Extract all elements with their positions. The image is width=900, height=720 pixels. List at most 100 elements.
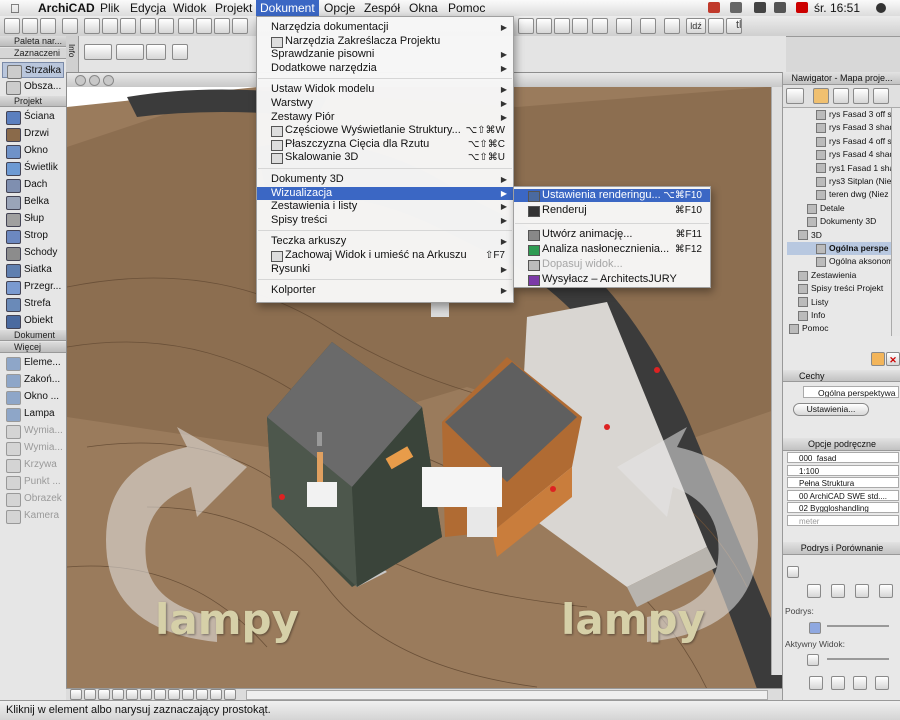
pen-icon[interactable] xyxy=(196,18,212,34)
layout-3-icon[interactable] xyxy=(640,18,656,34)
redo-icon[interactable] xyxy=(158,18,174,34)
view-icon[interactable] xyxy=(708,18,724,34)
view-map-icon[interactable] xyxy=(833,88,849,104)
navigator-row-rys-fasad-3-off-s[interactable]: rys Fasad 3 off s xyxy=(787,108,895,121)
palette-tool-obiekt[interactable]: Obiekt xyxy=(2,313,64,329)
camera-icon[interactable] xyxy=(182,689,194,700)
palette-tool-slup[interactable]: Słup xyxy=(2,211,64,227)
palette-more-header[interactable]: Więcej xyxy=(0,342,66,353)
palette-project-header[interactable]: Projekt xyxy=(0,96,66,107)
mirror-icon[interactable] xyxy=(518,18,534,34)
menu-widok[interactable]: Widok xyxy=(169,0,210,16)
navigator-row-detale[interactable]: Detale xyxy=(787,202,895,215)
palette-tool-eleme-0[interactable]: Eleme... xyxy=(2,355,64,371)
navigator-row-ogolna-perspe[interactable]: Ogólna perspe xyxy=(787,242,895,255)
menu-item-dokumenty-3d[interactable]: Dokumenty 3D ▶ xyxy=(257,173,513,186)
palette-tool-dach[interactable]: Dach xyxy=(2,177,64,193)
palette-document-header[interactable]: Dokument xyxy=(0,330,66,341)
menu-item-teczka-arkuszy[interactable]: Teczka arkuszy ▶ xyxy=(257,235,513,248)
navigator-row-info[interactable]: Info xyxy=(787,309,895,322)
palette-tool-strefa[interactable]: Strefa xyxy=(2,296,64,312)
delete-icon[interactable]: ✕ xyxy=(886,352,900,366)
menu-item-narzedzia-zakreslacza-projektu[interactable]: Narzędzia Zakreślacza Projektu xyxy=(257,35,513,48)
orbit-icon[interactable] xyxy=(126,689,138,700)
podrys-icon-5[interactable] xyxy=(879,584,893,598)
podrys-bottom-icon-2[interactable] xyxy=(831,676,845,690)
menu-plik[interactable]: Plik xyxy=(96,0,123,16)
menu-projekt[interactable]: Projekt xyxy=(211,0,256,16)
palette-tool-obsza[interactable]: Obsza... xyxy=(2,79,64,95)
palette-tool-belka[interactable]: Belka xyxy=(2,194,64,210)
palette-tool-wymia-4[interactable]: Wymia... xyxy=(2,423,64,439)
palette-tool-okno[interactable]: Okno xyxy=(2,143,64,159)
undo-icon[interactable] xyxy=(140,18,156,34)
zoom-out-icon[interactable] xyxy=(84,689,96,700)
navigator-row-pomoc[interactable]: Pomoc xyxy=(787,322,895,335)
navigator-row-spisy-tresci-projekt[interactable]: Spisy treści Projekt xyxy=(787,282,895,295)
palette-tool-swietlik[interactable]: Świetlik xyxy=(2,160,64,176)
menu-item-sprawdzanie-pisowni[interactable]: Sprawdzanie pisowni ▶ xyxy=(257,48,513,61)
navigator-tree[interactable]: rys Fasad 3 off s rys Fasad 3 shad rys Fas… xyxy=(787,108,895,336)
layout-2-icon[interactable] xyxy=(616,18,632,34)
submenu-item-renderuj[interactable]: Renderuj ⌘F10 xyxy=(514,204,710,217)
selection-method-icon[interactable] xyxy=(116,44,144,60)
active-view-icon[interactable] xyxy=(807,654,819,666)
menu-item-narzedzia-dokumentacji[interactable]: Narzędzia dokumentacji ▶ xyxy=(257,21,513,34)
menu-item-skalowanie-3d[interactable]: Skalowanie 3D ⌥⇧⌘U xyxy=(257,151,513,165)
opcje-header[interactable]: Opcje podręczne xyxy=(783,438,900,451)
publisher-icon[interactable] xyxy=(873,88,889,104)
save-icon[interactable] xyxy=(40,18,56,34)
navigator-row-zestawienia[interactable]: Zestawienia xyxy=(787,269,895,282)
navigator-row-3d[interactable]: 3D xyxy=(787,229,895,242)
explore-icon[interactable] xyxy=(196,689,208,700)
horizontal-scrollbar[interactable] xyxy=(246,690,768,700)
navigator-row-rys-fasad-4-off-s[interactable]: rys Fasad 4 off s xyxy=(787,135,895,148)
layout-4-icon[interactable] xyxy=(664,18,680,34)
podrys-color-icon[interactable] xyxy=(809,622,821,634)
menu-edycja[interactable]: Edycja xyxy=(126,0,170,16)
podrys-bottom-icon-3[interactable] xyxy=(853,676,867,690)
new-view-icon[interactable] xyxy=(871,352,885,366)
podrys-icon-3[interactable] xyxy=(831,584,845,598)
menu-opcje[interactable]: Opcje xyxy=(320,0,359,16)
print-icon[interactable] xyxy=(62,18,78,34)
podrys-icon-2[interactable] xyxy=(807,584,821,598)
submenu-item-analiza-naslonecznienia[interactable]: Analiza nasłonecznienia... ⌘F12 xyxy=(514,243,710,256)
palette-tool-strzalka[interactable]: Strzałka xyxy=(2,62,64,79)
palette-title[interactable]: Paleta nar... xyxy=(0,36,66,47)
pan-icon[interactable] xyxy=(112,689,124,700)
pick-icon[interactable] xyxy=(214,18,230,34)
podrys-bottom-icon-1[interactable] xyxy=(809,676,823,690)
menu-item-kolporter[interactable]: Kolporter ▶ xyxy=(257,284,513,297)
map-selector-icon[interactable] xyxy=(786,88,804,104)
layout-1-icon[interactable] xyxy=(592,18,608,34)
palette-tool-siatka[interactable]: Siatka xyxy=(2,262,64,278)
navigator-title[interactable]: Nawigator - Mapa proje... xyxy=(783,72,900,85)
arrow-pointer-icon[interactable] xyxy=(172,44,188,60)
menu-zespol[interactable]: Zespół xyxy=(360,0,404,16)
prev-zoom-icon[interactable] xyxy=(140,689,152,700)
minimize-icon[interactable] xyxy=(89,75,100,86)
menu-item-czesciowe-wyswietlanie-struktury[interactable]: Częściowe Wyświetlanie Struktury... ⌥⇧⌘W xyxy=(257,124,513,138)
sync-icon[interactable] xyxy=(754,2,766,13)
grid-icon[interactable] xyxy=(232,18,248,34)
zoom-field[interactable]: ldź xyxy=(686,18,706,34)
navigator-row-rys-fasad-3-shad[interactable]: rys Fasad 3 shad xyxy=(787,121,895,134)
info-box-tab[interactable]: Info xyxy=(66,36,79,72)
navigator-row-rys1-fasad-1-sha[interactable]: rys1 Fasad 1 sha xyxy=(787,162,895,175)
palette-tool-lampa-3[interactable]: Lampa xyxy=(2,406,64,422)
navigator-row-rys3-sitplan-nie[interactable]: rys3 Sitplan (Nie xyxy=(787,175,895,188)
menu-item-ustaw-widok-modelu[interactable]: Ustaw Widok modelu ▶ xyxy=(257,83,513,96)
menu-item-dodatkowe-narzedzia[interactable]: Dodatkowe narzędzia ▶ xyxy=(257,62,513,75)
open-icon[interactable] xyxy=(22,18,38,34)
project-map-icon[interactable] xyxy=(813,88,829,104)
menu-item-zestawienia-i-listy[interactable]: Zestawienia i listy ▶ xyxy=(257,200,513,213)
palette-tool-zakon-1[interactable]: Zakoń... xyxy=(2,372,64,388)
menu-pomoc[interactable]: Pomoc xyxy=(444,0,489,16)
opcje-field-0[interactable]: 000_fasad xyxy=(787,452,899,463)
paste-icon[interactable] xyxy=(120,18,136,34)
menu-item-zestawy-pior[interactable]: Zestawy Piór ▶ xyxy=(257,111,513,124)
submenu-item-utworz-animacje[interactable]: Utwórz animację... ⌘F11 xyxy=(514,228,710,241)
next-zoom-icon[interactable] xyxy=(154,689,166,700)
palette-tool-wymia-5[interactable]: Wymia... xyxy=(2,440,64,456)
